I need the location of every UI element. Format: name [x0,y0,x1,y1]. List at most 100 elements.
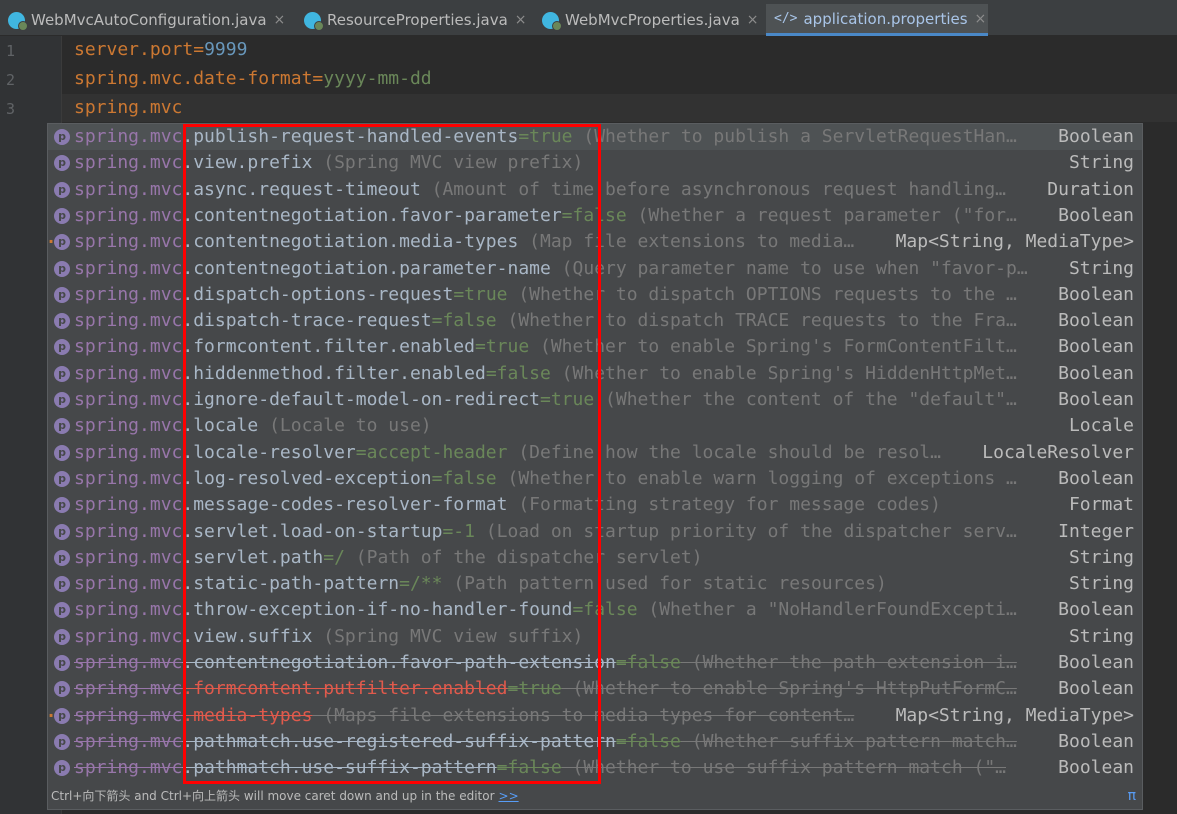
property-icon: p [48,230,70,251]
property-icon: p [54,733,70,750]
completion-name: .hiddenmethod.filter.enabled [182,362,486,384]
completion-prefix: spring.mvc [74,152,183,174]
close-icon[interactable]: × [274,12,286,28]
completion-description: (Spring MVC view suffix) [312,625,584,647]
property-icon: p [54,181,70,198]
completion-item[interactable]: p spring.mvc.servlet.path=/ (Path of the … [48,544,1142,571]
property-icon: p [54,523,70,540]
completion-item[interactable]: p spring.mvc.pathmatch.use-registered-suf… [48,728,1142,755]
completion-name: .view.prefix [182,152,313,174]
completion-item[interactable]: p spring.mvc.dispatch-options-request=tru… [48,281,1142,308]
completion-item[interactable]: p spring.mvc.view.prefix (Spring MVC view… [48,150,1142,177]
completion-prefix: spring.mvc [74,336,183,358]
completion-type: Boolean [1052,597,1134,624]
completion-item-text: spring.mvc.locale-resolver=accept-header… [74,440,1049,466]
property-value: yyyy-mm-dd [323,68,432,89]
completion-item[interactable]: p spring.mvc.formcontent.filter.enabled=t… [48,334,1142,361]
completion-item[interactable]: p spring.mvc.static-path-pattern=/** (Pat… [48,571,1142,598]
code-line[interactable]: spring.mvc [74,96,182,120]
completion-item[interactable]: pspring.mvc.contentnegotiation.media-typ… [48,229,1142,256]
property-icon: p [54,549,70,566]
completion-name: .async.request-timeout [182,178,421,200]
property-key: spring.mvc.date-format [74,68,313,89]
completion-description: (Define how the locale should be resol… [507,441,941,463]
completion-type: Boolean [1052,728,1134,755]
completion-default: =/ [323,546,345,568]
completion-name: .pathmatch.use-suffix-pattern [182,757,497,779]
completion-item[interactable]: p spring.mvc.message-codes-resolver-forma… [48,492,1142,519]
tab-label: ResourceProperties.java [327,11,508,29]
completion-item-text: spring.mvc.hiddenmethod.filter.enabled=f… [74,361,1049,387]
property-icon: p [54,260,70,277]
code-line[interactable]: server.port=9999 [74,38,247,62]
pi-icon[interactable]: π [1128,783,1136,809]
completion-default: =false [572,599,638,621]
completion-prefix: spring.mvc [74,494,183,516]
completion-name: .contentnegotiation.media-types [182,231,519,253]
completion-type: String [1062,255,1134,282]
completion-description: (Locale to use) [258,415,432,437]
completion-description: (Map file extensions to media… [518,231,855,253]
completion-item[interactable]: p spring.mvc.servlet.load-on-startup=-1 (… [48,518,1142,545]
equals-sign: = [312,68,324,89]
tab-webmvcautoconfiguration[interactable]: WebMvcAutoConfiguration.java × [0,4,294,36]
properties-file-icon: </> [774,11,798,26]
completion-item-text: spring.mvc.dispatch-options-request=true… [74,282,1049,308]
hint-more-link[interactable]: >> [499,789,519,803]
tab-resourceproperties[interactable]: ResourceProperties.java × [296,4,528,36]
tab-application-properties[interactable]: </> application.properties × [766,4,988,36]
completion-item[interactable]: p spring.mvc.pathmatch.use-suffix-pattern… [48,755,1142,782]
completion-default: =false [615,730,681,752]
completion-item[interactable]: p spring.mvc.contentnegotiation.favor-pat… [48,650,1142,676]
equals-sign: = [193,39,205,60]
close-icon[interactable]: × [747,12,759,28]
completion-default: =false [561,204,627,226]
completion-item[interactable]: p spring.mvc.dispatch-trace-request=false… [48,308,1142,335]
completion-default: =true [540,389,595,410]
completion-item[interactable]: p spring.mvc.publish-request-handled-even… [48,124,1142,150]
completion-name: .servlet.path [182,546,324,568]
completion-name: .publish-request-handled-events [182,126,519,147]
completion-description: (Whether to enable Spring's HiddenHttpMe… [550,362,1017,384]
completion-item[interactable]: p spring.mvc.async.request-timeout (Amoun… [48,176,1142,203]
line-number: 3 [6,100,16,118]
completion-name: .message-codes-resolver-format [182,494,508,516]
completion-prefix: spring.mvc [74,652,183,673]
completion-description: (Whether to dispatch OPTIONS requests to… [507,283,1017,305]
completion-prefix: spring.mvc [74,704,183,726]
completion-type: Boolean [1052,124,1134,150]
completion-item-text: spring.mvc.contentnegotiation.favor-path… [74,650,1049,676]
tab-label: WebMvcProperties.java [565,11,740,29]
code-line[interactable]: spring.mvc.date-format=yyyy-mm-dd [74,67,432,91]
completion-prefix: spring.mvc [74,573,183,595]
completion-type: String [1062,150,1134,177]
completion-item[interactable]: p spring.mvc.formcontent.putfilter.enable… [48,676,1142,703]
completion-item[interactable]: p spring.mvc.log-resolved-exception=false… [48,465,1142,492]
completion-description: (Query parameter name to use when "favor… [550,257,1028,279]
completion-item[interactable]: p spring.mvc.locale (Locale to use) Locale [48,413,1142,440]
completion-default: =true [453,283,508,305]
close-icon[interactable]: × [975,11,987,27]
completion-prefix: spring.mvc [74,520,183,542]
property-icon: p [54,760,70,777]
completion-item[interactable]: p spring.mvc.contentnegotiation.favor-par… [48,202,1142,229]
completion-item[interactable]: p spring.mvc.ignore-default-model-on-redi… [48,387,1142,413]
completion-prefix: spring.mvc [74,204,183,226]
close-icon[interactable]: × [515,12,527,28]
completion-type: Boolean [1052,334,1134,361]
completion-item-text: spring.mvc.formcontent.putfilter.enabled… [74,676,1049,702]
completion-item[interactable]: pspring.mvc.media-types (Maps file exten… [48,702,1142,729]
tab-webmvcproperties[interactable]: WebMvcProperties.java × [534,4,762,36]
completion-item[interactable]: p spring.mvc.locale-resolver=accept-heade… [48,439,1142,466]
completion-type: Boolean [1052,755,1134,782]
completion-item[interactable]: p spring.mvc.view.suffix (Spring MVC view… [48,623,1142,650]
property-icon: p [54,576,70,593]
completion-item[interactable]: p spring.mvc.hiddenmethod.filter.enabled=… [48,360,1142,387]
completion-item-text: spring.mvc.contentnegotiation.favor-para… [74,203,1049,229]
completion-item[interactable]: p spring.mvc.contentnegotiation.parameter… [48,255,1142,282]
completion-item[interactable]: p spring.mvc.throw-exception-if-no-handle… [48,597,1142,624]
completion-prefix: spring.mvc [74,389,183,410]
completion-name: .view.suffix [182,625,313,647]
completion-name: .servlet.load-on-startup [182,520,443,542]
property-icon: p [54,207,70,224]
